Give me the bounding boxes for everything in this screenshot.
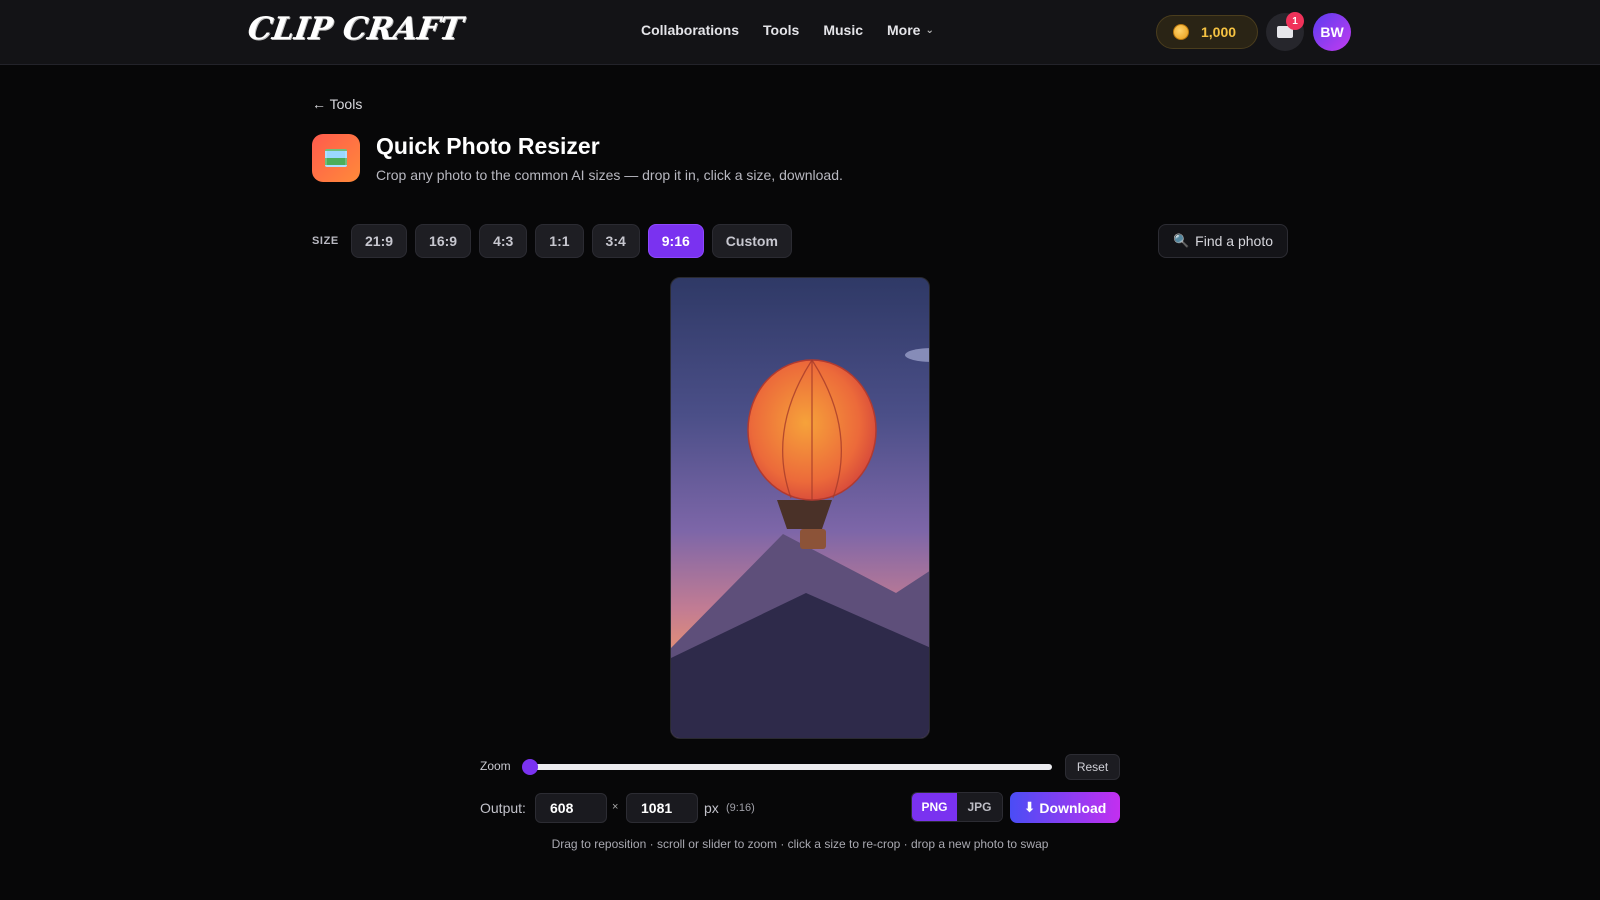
output-label: Output: [480, 800, 526, 816]
usage-hint: Drag to reposition · scroll or slider to… [551, 837, 1049, 851]
balloon-basket [800, 529, 826, 549]
cloud-shape [905, 348, 929, 362]
format-toggle: PNG JPG [911, 792, 1003, 822]
coin-icon [1173, 24, 1189, 40]
size-option-1-1[interactable]: 1:1 [535, 224, 584, 258]
times-sign: × [612, 801, 619, 813]
app-icon-picture [325, 149, 347, 167]
format-png-button[interactable]: PNG [912, 793, 957, 821]
top-header: CLIP CRAFT Collaborations Tools Music Mo… [0, 0, 1600, 65]
find-photo-button[interactable]: 🔍 Find a photo [1158, 224, 1288, 258]
size-label: SIZE [312, 235, 339, 247]
main-nav: Collaborations Tools Music More ⌄ [641, 22, 934, 38]
size-option-21-9[interactable]: 21:9 [351, 224, 408, 258]
size-option-custom[interactable]: Custom [711, 224, 792, 258]
reset-button[interactable]: Reset [1065, 754, 1120, 780]
size-option-16-9[interactable]: 16:9 [415, 224, 472, 258]
size-option-9-16[interactable]: 9:16 [647, 224, 704, 258]
search-icon: 🔍 [1172, 233, 1190, 248]
format-jpg-button[interactable]: JPG [957, 793, 1002, 821]
nav-tools[interactable]: Tools [763, 22, 799, 38]
nav-more[interactable]: More ⌄ [887, 22, 934, 38]
zoom-label: Zoom [480, 759, 511, 773]
download-button[interactable]: ⬇ Download [1010, 792, 1120, 823]
download-label: Download [1039, 799, 1107, 816]
nav-more-label: More [887, 22, 921, 38]
zoom-slider[interactable] [522, 759, 1052, 775]
download-arrow-icon: ⬇ [1023, 799, 1036, 815]
logo[interactable]: CLIP CRAFT [245, 11, 465, 47]
size-option-3-4[interactable]: 3:4 [591, 224, 640, 258]
coin-count: 1,000 [1201, 24, 1237, 40]
coin-balance[interactable]: 1,000 [1156, 15, 1258, 49]
photo-preview [671, 348, 929, 738]
unit-label: px [704, 800, 719, 816]
page-subtitle: Crop any photo to the common AI sizes — … [376, 167, 843, 183]
zoom-slider-thumb[interactable] [522, 759, 538, 775]
nav-music[interactable]: Music [823, 22, 863, 38]
ratio-label: (9:16) [726, 802, 755, 814]
page-title: Quick Photo Resizer [376, 133, 600, 159]
chevron-down-icon: ⌄ [925, 24, 934, 36]
image-icon [312, 134, 360, 182]
nav-collaborations[interactable]: Collaborations [641, 22, 739, 38]
size-option-4-3[interactable]: 4:3 [479, 224, 528, 258]
back-to-tools-link[interactable]: ← Tools [312, 96, 362, 112]
avatar[interactable]: BW [1313, 13, 1351, 51]
output-width-input[interactable] [535, 793, 607, 823]
balloon-neck [777, 500, 832, 529]
size-options: 21:9 16:9 4:3 1:1 3:4 9:16 Custom [351, 224, 792, 258]
notification-badge: 1 [1286, 12, 1304, 30]
output-height-input[interactable] [626, 793, 698, 823]
find-photo-label: Find a photo [1195, 233, 1274, 249]
crop-canvas[interactable] [670, 277, 930, 739]
